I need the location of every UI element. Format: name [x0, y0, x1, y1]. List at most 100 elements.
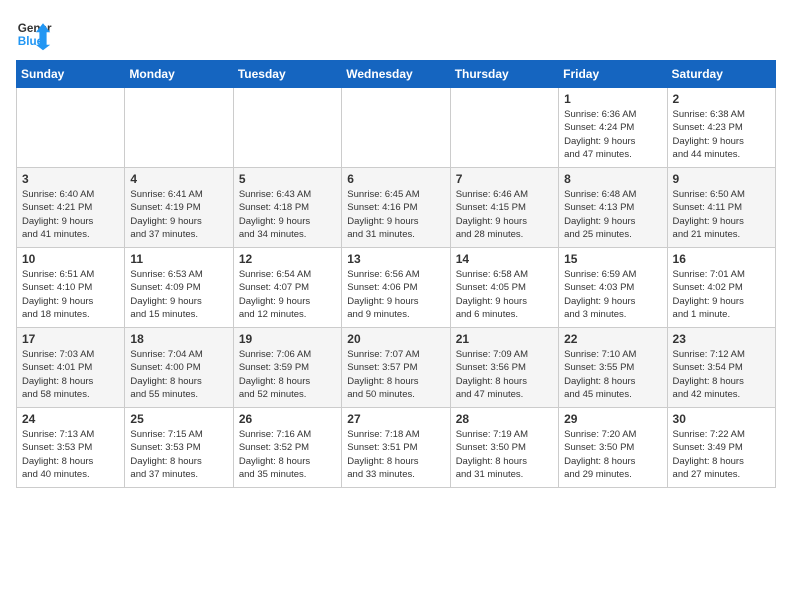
day-info: Sunrise: 6:56 AM Sunset: 4:06 PM Dayligh… — [347, 268, 444, 321]
day-info: Sunrise: 7:22 AM Sunset: 3:49 PM Dayligh… — [673, 428, 770, 481]
day-info: Sunrise: 7:07 AM Sunset: 3:57 PM Dayligh… — [347, 348, 444, 401]
day-info: Sunrise: 6:38 AM Sunset: 4:23 PM Dayligh… — [673, 108, 770, 161]
weekday-row: SundayMondayTuesdayWednesdayThursdayFrid… — [17, 61, 776, 88]
weekday-friday: Friday — [559, 61, 667, 88]
calendar-body: 1Sunrise: 6:36 AM Sunset: 4:24 PM Daylig… — [17, 88, 776, 488]
day-cell — [17, 88, 125, 168]
week-row-4: 24 Sunrise: 7:13 AM Sunset: 3:53 PM Dayli… — [17, 408, 776, 488]
day-cell: 9 Sunrise: 6:50 AM Sunset: 4:11 PM Daylig… — [667, 168, 775, 248]
week-row-2: 10 Sunrise: 6:51 AM Sunset: 4:10 PM Dayli… — [17, 248, 776, 328]
day-number: 16 — [673, 252, 770, 266]
day-number: 17 — [22, 332, 119, 346]
day-number: 10 — [22, 252, 119, 266]
day-number: 6 — [347, 172, 444, 186]
day-info: Sunrise: 7:18 AM Sunset: 3:51 PM Dayligh… — [347, 428, 444, 481]
weekday-thursday: Thursday — [450, 61, 558, 88]
day-number: 19 — [239, 332, 336, 346]
day-number: 30 — [673, 412, 770, 426]
day-number: 22 — [564, 332, 661, 346]
day-cell: 12 Sunrise: 6:54 AM Sunset: 4:07 PM Dayli… — [233, 248, 341, 328]
day-info: Sunrise: 6:59 AM Sunset: 4:03 PM Dayligh… — [564, 268, 661, 321]
day-number: 24 — [22, 412, 119, 426]
week-row-0: 1Sunrise: 6:36 AM Sunset: 4:24 PM Daylig… — [17, 88, 776, 168]
day-cell: 14 Sunrise: 6:58 AM Sunset: 4:05 PM Dayli… — [450, 248, 558, 328]
day-cell: 18 Sunrise: 7:04 AM Sunset: 4:00 PM Dayli… — [125, 328, 233, 408]
day-info: Sunrise: 6:50 AM Sunset: 4:11 PM Dayligh… — [673, 188, 770, 241]
day-cell: 6 Sunrise: 6:45 AM Sunset: 4:16 PM Daylig… — [342, 168, 450, 248]
day-number: 21 — [456, 332, 553, 346]
day-number: 14 — [456, 252, 553, 266]
day-info: Sunrise: 7:12 AM Sunset: 3:54 PM Dayligh… — [673, 348, 770, 401]
header: General Blue — [16, 16, 776, 52]
day-number: 25 — [130, 412, 227, 426]
day-cell: 23 Sunrise: 7:12 AM Sunset: 3:54 PM Dayli… — [667, 328, 775, 408]
calendar-table: SundayMondayTuesdayWednesdayThursdayFrid… — [16, 60, 776, 488]
day-info: Sunrise: 7:03 AM Sunset: 4:01 PM Dayligh… — [22, 348, 119, 401]
day-info: Sunrise: 7:19 AM Sunset: 3:50 PM Dayligh… — [456, 428, 553, 481]
weekday-saturday: Saturday — [667, 61, 775, 88]
day-cell — [342, 88, 450, 168]
day-cell: 28 Sunrise: 7:19 AM Sunset: 3:50 PM Dayli… — [450, 408, 558, 488]
day-number: 7 — [456, 172, 553, 186]
day-number: 29 — [564, 412, 661, 426]
day-cell: 25 Sunrise: 7:15 AM Sunset: 3:53 PM Dayli… — [125, 408, 233, 488]
day-info: Sunrise: 6:54 AM Sunset: 4:07 PM Dayligh… — [239, 268, 336, 321]
day-number: 11 — [130, 252, 227, 266]
weekday-wednesday: Wednesday — [342, 61, 450, 88]
day-number: 4 — [130, 172, 227, 186]
day-cell: 13 Sunrise: 6:56 AM Sunset: 4:06 PM Dayli… — [342, 248, 450, 328]
day-cell: 17 Sunrise: 7:03 AM Sunset: 4:01 PM Dayli… — [17, 328, 125, 408]
day-info: Sunrise: 7:06 AM Sunset: 3:59 PM Dayligh… — [239, 348, 336, 401]
day-number: 3 — [22, 172, 119, 186]
day-info: Sunrise: 6:51 AM Sunset: 4:10 PM Dayligh… — [22, 268, 119, 321]
day-info: Sunrise: 7:16 AM Sunset: 3:52 PM Dayligh… — [239, 428, 336, 481]
day-cell: 3 Sunrise: 6:40 AM Sunset: 4:21 PM Daylig… — [17, 168, 125, 248]
day-cell: 11 Sunrise: 6:53 AM Sunset: 4:09 PM Dayli… — [125, 248, 233, 328]
day-info: Sunrise: 6:45 AM Sunset: 4:16 PM Dayligh… — [347, 188, 444, 241]
day-cell: 19 Sunrise: 7:06 AM Sunset: 3:59 PM Dayli… — [233, 328, 341, 408]
day-info: Sunrise: 6:53 AM Sunset: 4:09 PM Dayligh… — [130, 268, 227, 321]
day-number: 18 — [130, 332, 227, 346]
day-number: 2 — [673, 92, 770, 106]
day-number: 12 — [239, 252, 336, 266]
day-number: 20 — [347, 332, 444, 346]
day-info: Sunrise: 6:36 AM Sunset: 4:24 PM Dayligh… — [564, 108, 661, 161]
day-number: 9 — [673, 172, 770, 186]
calendar-header: SundayMondayTuesdayWednesdayThursdayFrid… — [17, 61, 776, 88]
weekday-monday: Monday — [125, 61, 233, 88]
day-cell: 8Sunrise: 6:48 AM Sunset: 4:13 PM Daylig… — [559, 168, 667, 248]
day-number: 28 — [456, 412, 553, 426]
day-cell: 4 Sunrise: 6:41 AM Sunset: 4:19 PM Daylig… — [125, 168, 233, 248]
day-number: 15 — [564, 252, 661, 266]
day-cell — [450, 88, 558, 168]
day-info: Sunrise: 7:10 AM Sunset: 3:55 PM Dayligh… — [564, 348, 661, 401]
day-info: Sunrise: 6:41 AM Sunset: 4:19 PM Dayligh… — [130, 188, 227, 241]
day-cell: 15 Sunrise: 6:59 AM Sunset: 4:03 PM Dayli… — [559, 248, 667, 328]
day-number: 23 — [673, 332, 770, 346]
day-cell: 27 Sunrise: 7:18 AM Sunset: 3:51 PM Dayli… — [342, 408, 450, 488]
day-cell: 29 Sunrise: 7:20 AM Sunset: 3:50 PM Dayli… — [559, 408, 667, 488]
day-cell: 20 Sunrise: 7:07 AM Sunset: 3:57 PM Dayli… — [342, 328, 450, 408]
day-number: 26 — [239, 412, 336, 426]
day-info: Sunrise: 7:13 AM Sunset: 3:53 PM Dayligh… — [22, 428, 119, 481]
day-cell: 7 Sunrise: 6:46 AM Sunset: 4:15 PM Daylig… — [450, 168, 558, 248]
day-cell: 21Sunrise: 7:09 AM Sunset: 3:56 PM Dayli… — [450, 328, 558, 408]
day-info: Sunrise: 7:20 AM Sunset: 3:50 PM Dayligh… — [564, 428, 661, 481]
day-info: Sunrise: 7:15 AM Sunset: 3:53 PM Dayligh… — [130, 428, 227, 481]
day-info: Sunrise: 7:04 AM Sunset: 4:00 PM Dayligh… — [130, 348, 227, 401]
day-cell: 1Sunrise: 6:36 AM Sunset: 4:24 PM Daylig… — [559, 88, 667, 168]
day-info: Sunrise: 6:58 AM Sunset: 4:05 PM Dayligh… — [456, 268, 553, 321]
weekday-sunday: Sunday — [17, 61, 125, 88]
day-number: 27 — [347, 412, 444, 426]
day-info: Sunrise: 6:48 AM Sunset: 4:13 PM Dayligh… — [564, 188, 661, 241]
day-info: Sunrise: 7:01 AM Sunset: 4:02 PM Dayligh… — [673, 268, 770, 321]
logo: General Blue — [16, 16, 52, 52]
logo-icon: General Blue — [16, 16, 52, 52]
day-info: Sunrise: 6:46 AM Sunset: 4:15 PM Dayligh… — [456, 188, 553, 241]
weekday-tuesday: Tuesday — [233, 61, 341, 88]
day-cell: 5 Sunrise: 6:43 AM Sunset: 4:18 PM Daylig… — [233, 168, 341, 248]
day-info: Sunrise: 6:43 AM Sunset: 4:18 PM Dayligh… — [239, 188, 336, 241]
day-number: 13 — [347, 252, 444, 266]
day-info: Sunrise: 6:40 AM Sunset: 4:21 PM Dayligh… — [22, 188, 119, 241]
day-number: 5 — [239, 172, 336, 186]
